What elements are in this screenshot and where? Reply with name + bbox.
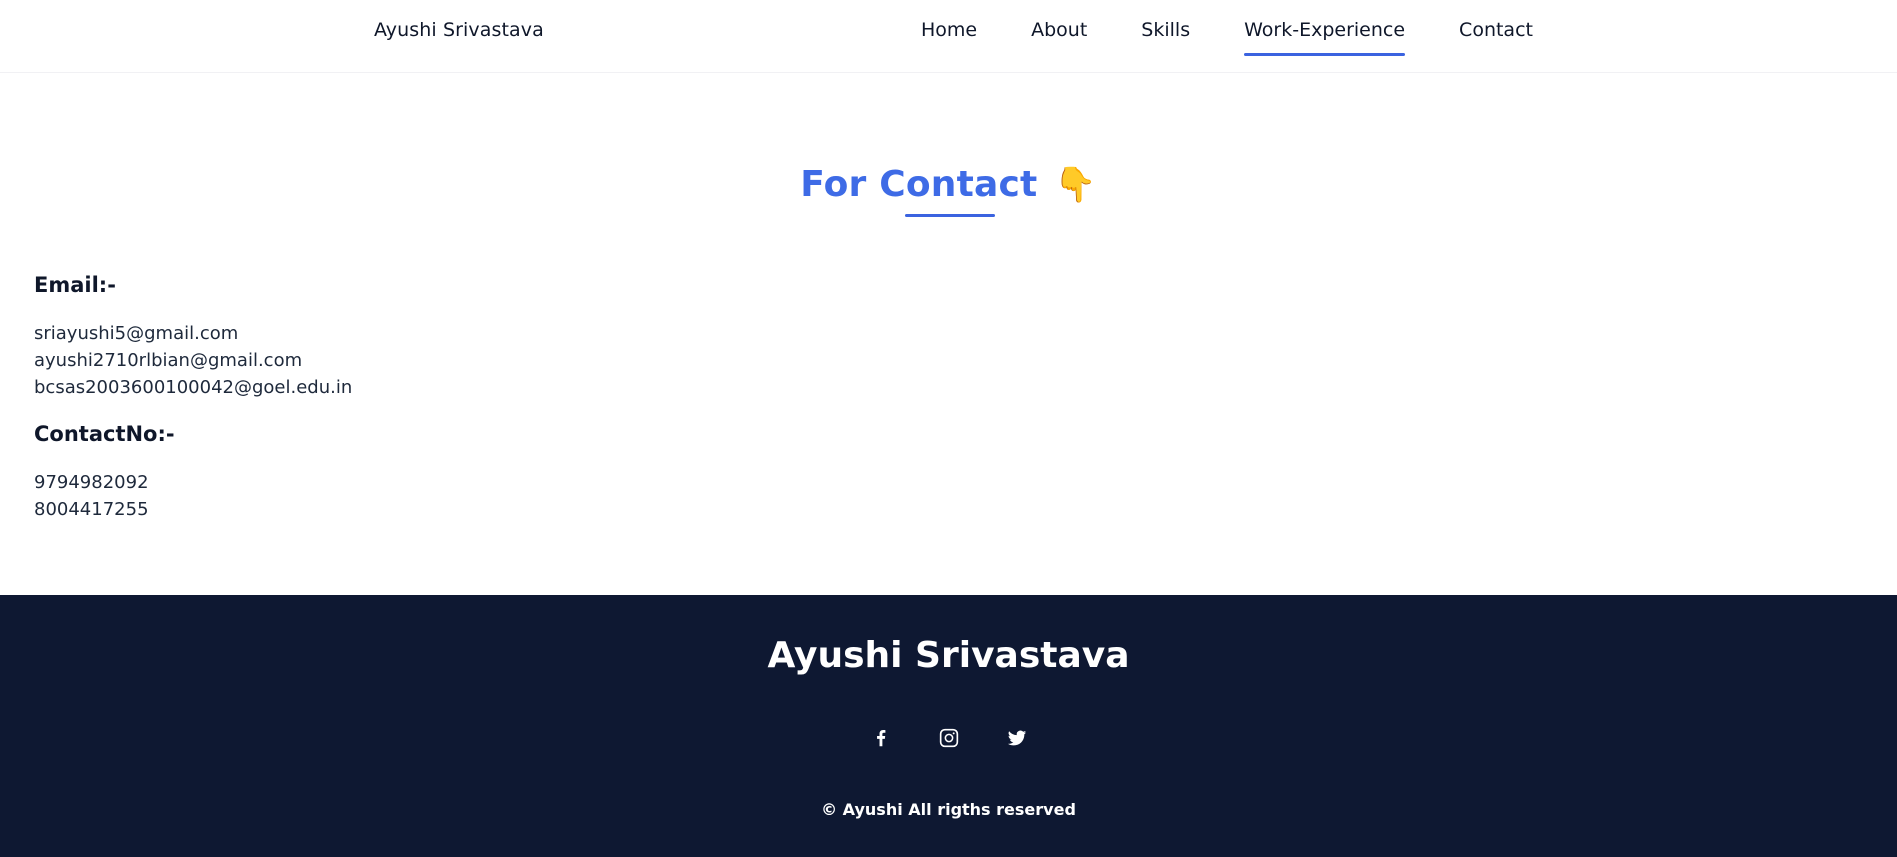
brand-name[interactable]: Ayushi Srivastava: [374, 19, 544, 41]
nav-home[interactable]: Home: [921, 19, 977, 41]
nav-about[interactable]: About: [1031, 19, 1087, 41]
nav-work-experience[interactable]: Work-Experience: [1244, 19, 1405, 56]
email-item: bcsas2003600100042@goel.edu.in: [34, 377, 353, 398]
site-footer: Ayushi Srivastava © Ayushi All rigths re…: [0, 595, 1897, 857]
footer-name: Ayushi Srivastava: [767, 635, 1130, 676]
email-item: ayushi2710rlbian@gmail.com: [34, 350, 303, 371]
instagram-icon-glyph: [939, 728, 958, 748]
title-underline: [905, 214, 995, 217]
facebook-icon-glyph: [876, 730, 885, 747]
copyright-text: © Ayushi All rigths reserved: [821, 800, 1076, 819]
phone-group: ContactNo:- 9794982092 8004417255: [34, 419, 352, 523]
phone-heading: ContactNo:-: [34, 422, 175, 446]
site-header: Ayushi Srivastava Home About Skills Work…: [0, 0, 1897, 73]
phone-item: 9794982092: [34, 472, 149, 493]
main-nav: Home About Skills Work-Experience Contac…: [921, 19, 1533, 56]
twitter-icon-glyph: [1007, 730, 1026, 746]
social-links: [0, 726, 1897, 750]
nav-skills[interactable]: Skills: [1141, 19, 1190, 41]
twitter-icon[interactable]: [1005, 726, 1029, 750]
email-heading: Email:-: [34, 273, 116, 297]
nav-contact[interactable]: Contact: [1459, 19, 1533, 41]
email-item: sriayushi5@gmail.com: [34, 323, 239, 344]
facebook-icon[interactable]: [869, 726, 893, 750]
email-group: Email:- sriayushi5@gmail.com ayushi2710r…: [34, 270, 352, 401]
instagram-icon[interactable]: [937, 726, 961, 750]
pointing-down-hand-icon: 👇: [1054, 165, 1097, 205]
section-title-text: For Contact: [800, 164, 1038, 205]
contact-details: Email:- sriayushi5@gmail.com ayushi2710r…: [34, 270, 352, 541]
phone-item: 8004417255: [34, 499, 149, 520]
section-title: For Contact 👇: [0, 164, 1897, 205]
